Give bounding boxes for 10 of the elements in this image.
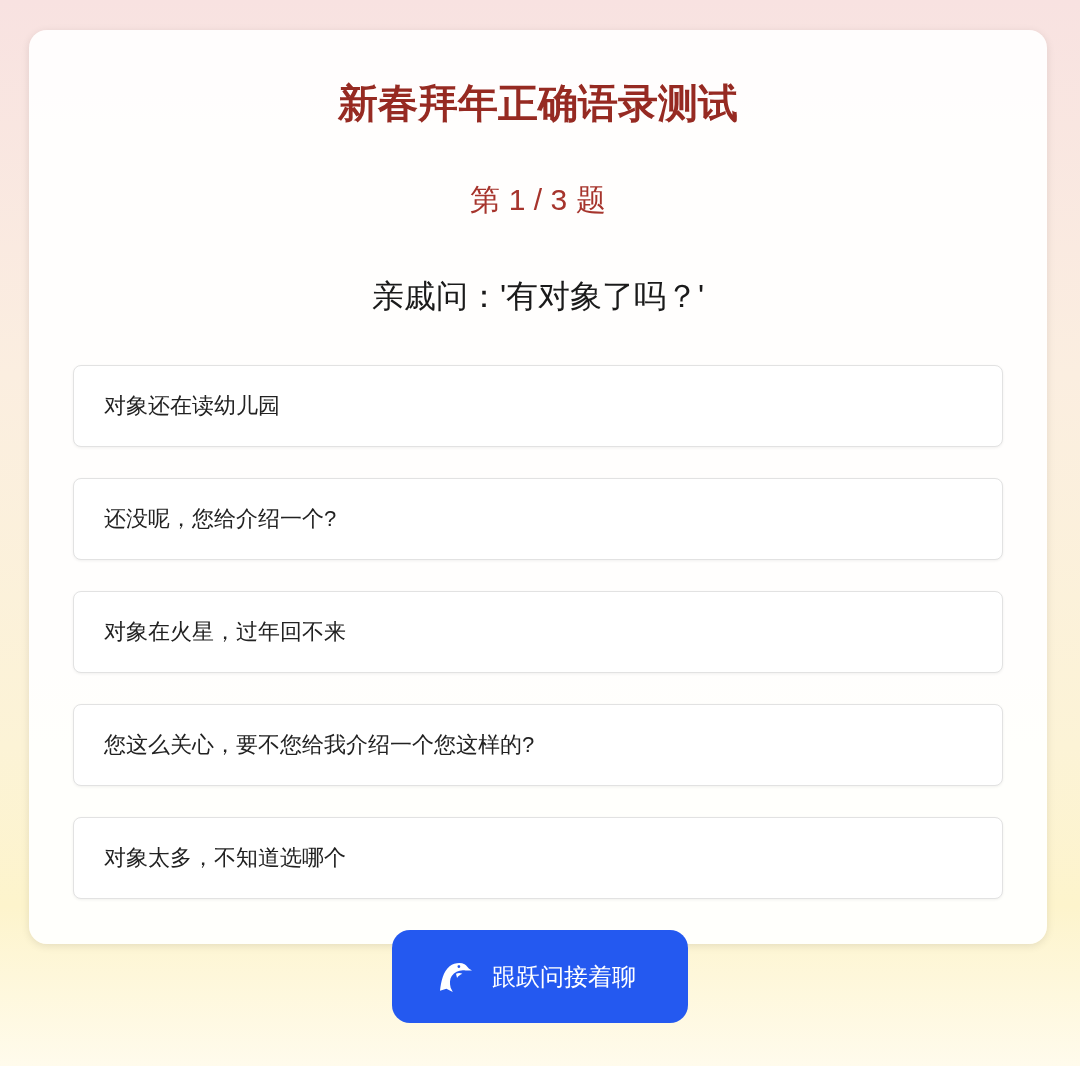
quiz-title: 新春拜年正确语录测试	[338, 80, 738, 127]
dolphin-icon	[440, 961, 472, 992]
chat-button[interactable]: 跟跃问接着聊	[392, 930, 688, 1023]
answer-option[interactable]: 您这么关心，要不您给我介绍一个您这样的?	[73, 704, 1003, 786]
question-text: 亲戚问：'有对象了吗？'	[371, 277, 705, 316]
answer-option[interactable]: 对象还在读幼儿园	[73, 365, 1003, 447]
question-counter: 第 1 / 3 题	[470, 182, 606, 218]
answer-option[interactable]: 对象在火星，过年回不来	[73, 591, 1003, 673]
answer-option[interactable]: 对象太多，不知道选哪个	[73, 817, 1003, 899]
answer-option[interactable]: 还没呢，您给介绍一个?	[73, 478, 1003, 560]
